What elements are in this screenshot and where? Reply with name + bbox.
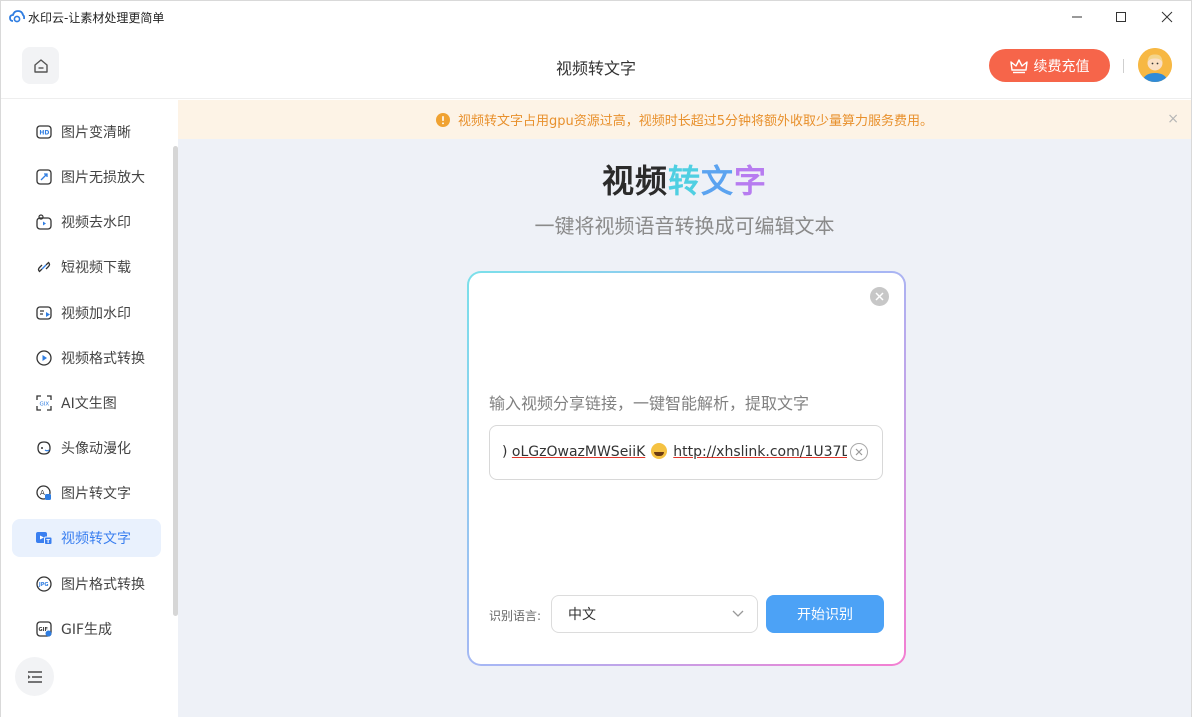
sidebar-item-label: 短视频下载 xyxy=(61,260,131,276)
link-url: http://xhslink.com/1U37DP xyxy=(673,444,847,460)
card-close-button[interactable] xyxy=(870,287,889,306)
minimize-button[interactable] xyxy=(1054,1,1100,33)
hero-subtitle: 一键将视频语音转换成可编辑文本 xyxy=(534,214,835,238)
language-label: 识别语言: xyxy=(489,609,542,623)
svg-text:T: T xyxy=(46,539,50,545)
language-value: 中文 xyxy=(568,607,596,623)
gif-icon: GIF xyxy=(35,620,53,638)
sidebar-item-label: AI文生图 xyxy=(61,396,117,412)
video-format-icon xyxy=(35,349,53,367)
hero-title-part: 字 xyxy=(734,162,768,200)
main-content: 视频转文字占用gpu资源过高，视频时长超过5分钟将额外收取少量算力服务费用。 ×… xyxy=(178,100,1191,717)
hero-title: 视频转文字 xyxy=(178,156,1191,202)
video-link-input[interactable]: ) oLGzOwazMWSeiiK http://xhslink.com/1U37… xyxy=(489,425,883,480)
link-prefix: ) xyxy=(502,444,508,460)
cloud-logo-icon xyxy=(9,10,25,23)
sidebar-item-label: 视频转文字 xyxy=(61,531,131,547)
language-select[interactable]: 中文 xyxy=(551,595,758,633)
close-icon xyxy=(1161,11,1173,23)
image-zoom-icon xyxy=(35,168,53,186)
maximize-icon xyxy=(1116,12,1126,22)
sidebar-item-image-upscale[interactable]: 图片无损放大 xyxy=(12,158,161,196)
renew-button[interactable]: 续费充值 xyxy=(989,49,1110,82)
link-code: oLGzOwazMWSeiiK xyxy=(511,444,646,460)
clear-input-icon[interactable] xyxy=(850,443,868,461)
sidebar-item-label: 图片转文字 xyxy=(61,486,131,502)
video-add-watermark-icon xyxy=(35,304,53,322)
clear-icon xyxy=(855,448,863,456)
sidebar-item-image-enhance[interactable]: HD 图片变清晰 xyxy=(12,113,161,151)
sidebar-item-avatar-anime[interactable]: 头像动漫化 xyxy=(12,429,161,467)
notice-text: 视频转文字占用gpu资源过高，视频时长超过5分钟将额外收取少量算力服务费用。 xyxy=(457,114,933,129)
video-to-text-icon: T xyxy=(35,529,53,547)
notice-banner: 视频转文字占用gpu资源过高，视频时长超过5分钟将额外收取少量算力服务费用。 × xyxy=(178,100,1191,139)
sidebar-item-video-watermark-remove[interactable]: 视频去水印 xyxy=(12,203,161,241)
menu-icon xyxy=(27,670,42,683)
close-window-button[interactable] xyxy=(1144,1,1190,33)
maximize-button[interactable] xyxy=(1098,1,1144,33)
sidebar-item-image-format[interactable]: JPG 图片格式转换 xyxy=(12,565,161,603)
sidebar-item-label: 头像动漫化 xyxy=(61,441,131,457)
video-watermark-remove-icon xyxy=(35,213,53,231)
app-title: 水印云-让素材处理更简单 xyxy=(28,11,165,25)
svg-text:HD: HD xyxy=(39,130,49,137)
sidebar-item-label: 图片变清晰 xyxy=(61,125,131,141)
sidebar-item-ai-image[interactable]: GIX AI文生图 xyxy=(12,384,161,422)
hero-title-part: 视频 xyxy=(601,162,668,200)
chevron-down-icon xyxy=(732,610,744,617)
avatar-anime-icon xyxy=(35,439,53,457)
svg-text:JPG: JPG xyxy=(38,582,49,588)
sidebar-item-label: 视频加水印 xyxy=(61,306,131,322)
sidebar-item-video-format[interactable]: 视频格式转换 xyxy=(12,339,161,377)
warning-icon xyxy=(435,112,450,127)
collapse-menu-button[interactable] xyxy=(15,657,54,696)
image-to-text-icon: A xyxy=(35,484,53,502)
user-avatar[interactable] xyxy=(1138,48,1172,82)
hero-title-part: 文 xyxy=(701,162,735,200)
link-download-icon xyxy=(35,258,53,276)
sidebar-item-label: 视频格式转换 xyxy=(61,351,145,367)
header-divider xyxy=(1123,59,1124,73)
sidebar-item-label: 视频去水印 xyxy=(61,215,131,231)
hd-icon: HD xyxy=(35,123,53,141)
start-recognition-button[interactable]: 开始识别 xyxy=(766,595,884,633)
sidebar-item-image-to-text[interactable]: A 图片转文字 xyxy=(12,474,161,512)
sidebar-item-label: 图片无损放大 xyxy=(61,170,145,186)
sidebar-item-video-add-watermark[interactable]: 视频加水印 xyxy=(12,294,161,332)
close-icon xyxy=(875,292,884,301)
renew-label: 续费充值 xyxy=(1033,58,1090,75)
link-input-value: ) oLGzOwazMWSeiiK http://xhslink.com/1U37… xyxy=(502,443,847,465)
svg-text:A: A xyxy=(40,489,45,497)
sidebar-item-label: 图片格式转换 xyxy=(61,577,145,593)
app-window: 水印云-让素材处理更简单 视频转文字 续费充值 HD 图片变清晰 图片无损放大 … xyxy=(0,0,1192,717)
title-bar: 水印云-让素材处理更简单 xyxy=(1,1,1191,33)
image-format-icon: JPG xyxy=(35,575,53,593)
sidebar-item-short-video-download[interactable]: 短视频下载 xyxy=(12,248,161,286)
sidebar-item-label: GIF生成 xyxy=(61,622,113,638)
minimize-icon xyxy=(1072,16,1082,18)
video-to-text-card: 输入视频分享链接，一键智能解析，提取文字 ) oLGzOwazMWSeiiK ht… xyxy=(467,271,906,666)
grinning-emoji-icon xyxy=(651,443,668,459)
app-header: 视频转文字 续费充值 xyxy=(1,33,1191,99)
crown-icon xyxy=(1009,58,1028,73)
sidebar: HD 图片变清晰 图片无损放大 视频去水印 短视频下载 视频加水印 视频格式转换… xyxy=(1,100,178,717)
sidebar-item-gif[interactable]: GIF GIF生成 xyxy=(12,610,161,648)
ai-image-icon: GIX xyxy=(35,394,53,412)
hero-title-part: 转 xyxy=(667,162,701,200)
card-body: 输入视频分享链接，一键智能解析，提取文字 ) oLGzOwazMWSeiiK ht… xyxy=(469,273,904,664)
svg-text:GIX: GIX xyxy=(40,402,50,408)
notice-close-button[interactable]: × xyxy=(1167,111,1179,127)
sidebar-item-video-to-text[interactable]: T 视频转文字 xyxy=(12,519,161,557)
avatar-icon xyxy=(1138,48,1172,82)
link-input-hint: 输入视频分享链接，一键智能解析，提取文字 xyxy=(489,394,810,413)
